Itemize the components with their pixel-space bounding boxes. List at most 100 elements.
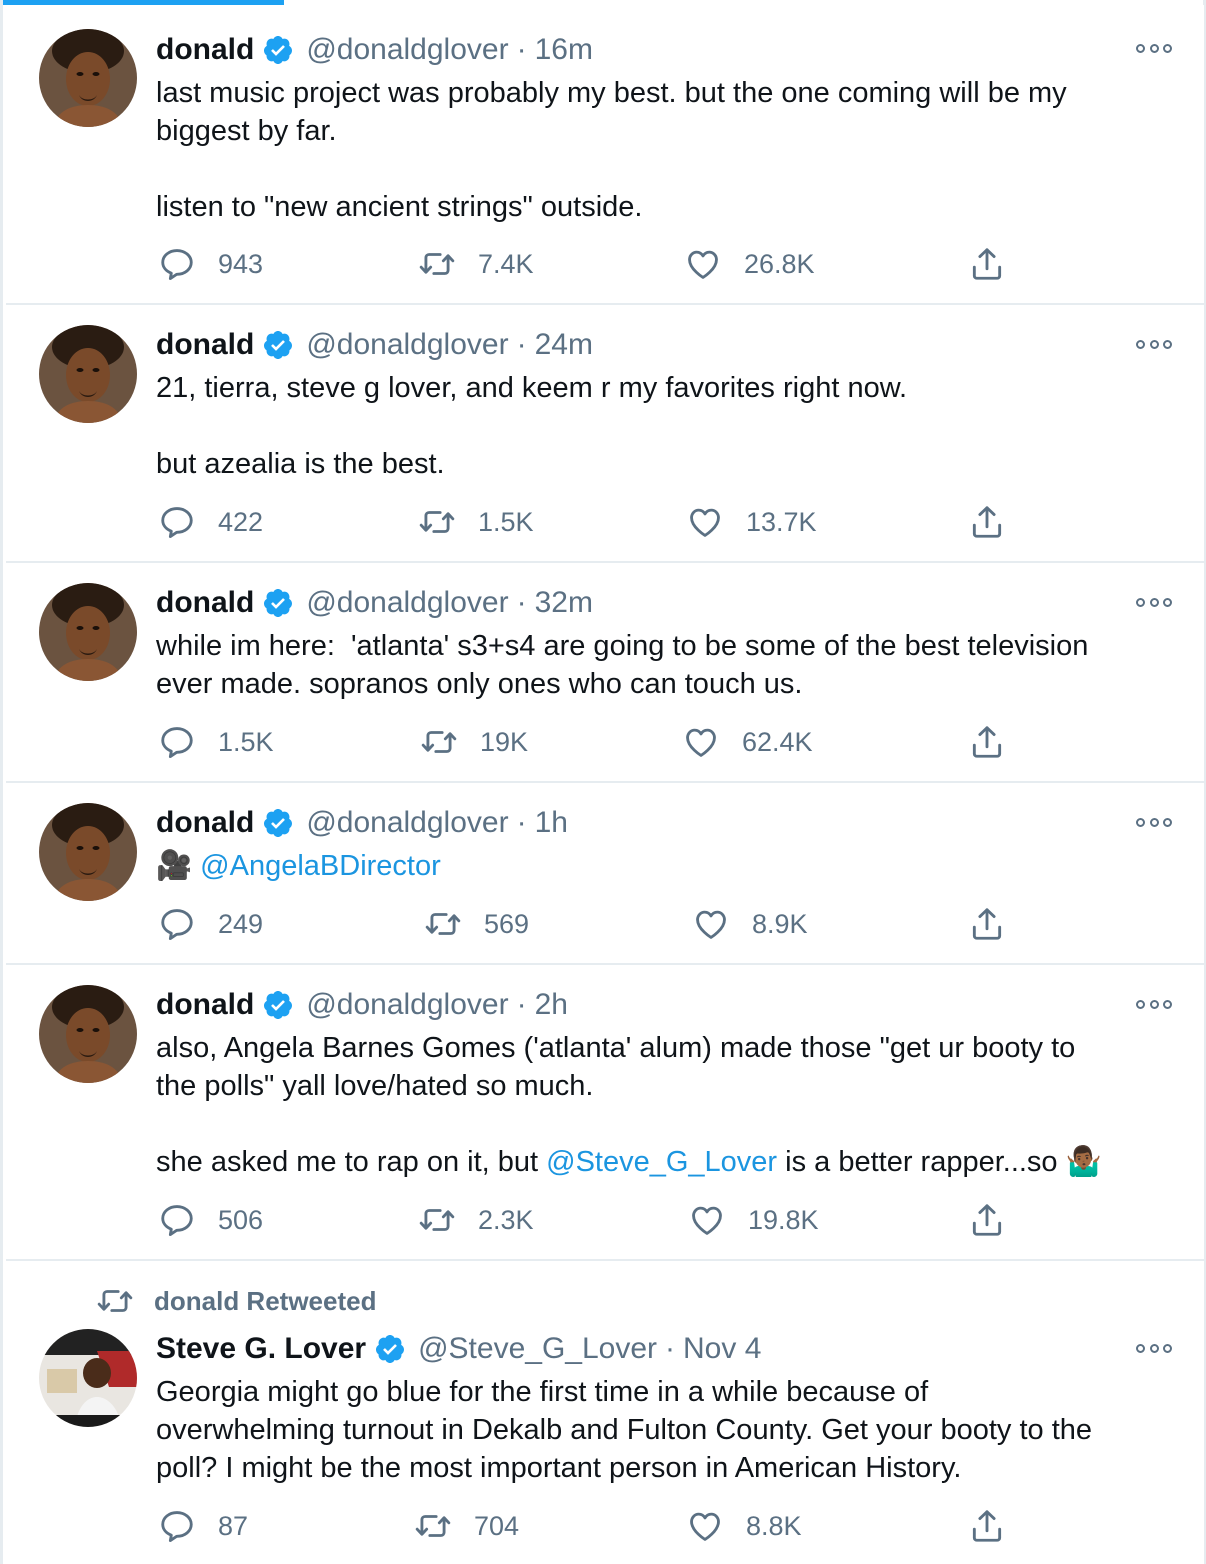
author-handle[interactable]: @Steve_G_Lover	[418, 1332, 657, 1366]
timestamp[interactable]: 2h	[535, 988, 568, 1022]
action-bar: 506 2.3K 19.8K	[156, 1200, 1056, 1240]
retweet-button[interactable]: 569	[424, 904, 529, 944]
retweet-button[interactable]: 1.5K	[418, 502, 534, 542]
reply-icon	[158, 723, 196, 761]
reply-button[interactable]: 87	[158, 1506, 248, 1546]
share-button[interactable]	[968, 1200, 1028, 1240]
timestamp[interactable]: 24m	[535, 328, 593, 362]
like-button[interactable]: 62.4K	[682, 722, 813, 762]
separator-dot: ·	[516, 328, 527, 361]
reply-button[interactable]: 249	[158, 904, 263, 944]
retweet-count: 2.3K	[478, 1204, 534, 1235]
reply-button[interactable]: 1.5K	[158, 722, 274, 762]
mention-link[interactable]: @Steve_G_Lover	[546, 1146, 777, 1178]
like-count: 19.8K	[748, 1204, 819, 1235]
author-handle[interactable]: @donaldglover	[306, 988, 508, 1022]
tweet-text-line: ever made. sopranos only ones who can to…	[156, 668, 803, 700]
more-options-icon[interactable]	[1136, 815, 1172, 829]
reply-button[interactable]: 422	[158, 502, 263, 542]
avatar[interactable]	[39, 1329, 137, 1427]
author-handle[interactable]: @donaldglover	[306, 586, 508, 620]
verified-badge-icon	[374, 1333, 406, 1365]
retweet-button[interactable]: 19K	[420, 722, 528, 762]
tweet-text-line: also, Angela Barnes Gomes ('atlanta' alu…	[156, 1032, 1076, 1064]
more-options-icon[interactable]	[1136, 1341, 1172, 1355]
tweet-3[interactable]: donald @donaldglover · 32m while im here…	[6, 563, 1204, 783]
tweet-text: while im here: 'atlanta' s3+s4 are going…	[156, 627, 1176, 703]
timestamp[interactable]: 1h	[535, 806, 568, 840]
like-button[interactable]: 8.8K	[686, 1506, 802, 1546]
mention-link[interactable]: @AngelaBDirector	[200, 850, 441, 882]
author-name[interactable]: donald	[156, 988, 254, 1022]
retweet-button[interactable]: 7.4K	[418, 244, 534, 284]
retweet-icon	[96, 1282, 134, 1320]
verified-badge-icon	[262, 587, 294, 619]
like-count: 8.8K	[746, 1510, 802, 1541]
tweet-text-line: Georgia might go blue for the first time…	[156, 1376, 929, 1408]
retweet-count: 7.4K	[478, 248, 534, 279]
more-options-icon[interactable]	[1136, 997, 1172, 1011]
retweet-count: 704	[474, 1510, 520, 1541]
share-icon	[968, 1507, 1006, 1545]
action-bar: 422 1.5K 13.7K	[156, 502, 1056, 542]
avatar[interactable]	[39, 583, 137, 681]
retweeted-by-label[interactable]: donald Retweeted	[154, 1286, 376, 1317]
timestamp[interactable]: 32m	[535, 586, 593, 620]
like-icon	[684, 245, 722, 283]
author-name[interactable]: donald	[156, 328, 254, 362]
retweet-button[interactable]: 2.3K	[418, 1200, 534, 1240]
action-bar: 87 704 8.8K	[156, 1506, 1056, 1546]
action-bar: 249 569 8.9K	[156, 904, 1056, 944]
author-name[interactable]: donald	[156, 806, 254, 840]
tweet-text-line: biggest by far.	[156, 115, 337, 147]
share-button[interactable]	[968, 502, 1028, 542]
author-handle[interactable]: @donaldglover	[306, 33, 508, 67]
like-button[interactable]: 19.8K	[688, 1200, 819, 1240]
share-icon	[968, 1201, 1006, 1239]
share-icon	[968, 723, 1006, 761]
shrug-emoji: 🤷🏾‍♂️	[1065, 1146, 1102, 1178]
author-name[interactable]: donald	[156, 586, 254, 620]
retweet-icon	[418, 503, 456, 541]
share-button[interactable]	[968, 904, 1028, 944]
author-handle[interactable]: @donaldglover	[306, 328, 508, 362]
tweet-4[interactable]: donald @donaldglover · 1h 🎥 @AngelaBDire…	[6, 783, 1204, 965]
separator-dot: ·	[516, 586, 527, 619]
tweet-text-line: the polls" yall love/hated so much.	[156, 1070, 594, 1102]
tweet-header: donald @donaldglover · 2h	[156, 985, 568, 1025]
share-button[interactable]	[968, 1506, 1028, 1546]
like-button[interactable]: 26.8K	[684, 244, 815, 284]
tweet-text-line: last music project was probably my best.…	[156, 77, 1067, 109]
reply-icon	[158, 245, 196, 283]
share-button[interactable]	[968, 722, 1028, 762]
more-options-icon[interactable]	[1136, 41, 1172, 55]
separator-dot: ·	[516, 988, 527, 1021]
retweet-context: donald Retweeted	[96, 1281, 376, 1321]
like-button[interactable]: 8.9K	[692, 904, 808, 944]
timestamp[interactable]: Nov 4	[683, 1332, 761, 1366]
author-handle[interactable]: @donaldglover	[306, 806, 508, 840]
more-options-icon[interactable]	[1136, 595, 1172, 609]
avatar[interactable]	[39, 985, 137, 1083]
avatar[interactable]	[39, 29, 137, 127]
tweet-2[interactable]: donald @donaldglover · 24m 21, tierra, s…	[6, 305, 1204, 563]
tweet-text-segment: is a better rapper...so	[777, 1146, 1066, 1178]
author-name[interactable]: donald	[156, 33, 254, 67]
more-options-icon[interactable]	[1136, 337, 1172, 351]
like-button[interactable]: 13.7K	[686, 502, 817, 542]
avatar[interactable]	[39, 803, 137, 901]
author-name[interactable]: Steve G. Lover	[156, 1332, 366, 1366]
like-icon	[692, 905, 730, 943]
reply-button[interactable]: 506	[158, 1200, 263, 1240]
reply-button[interactable]: 943	[158, 244, 263, 284]
share-button[interactable]	[968, 244, 1028, 284]
avatar[interactable]	[39, 325, 137, 423]
tweet-1[interactable]: donald @donaldglover · 16m last music pr…	[6, 5, 1204, 305]
retweet-button[interactable]: 704	[414, 1506, 519, 1546]
timestamp[interactable]: 16m	[535, 33, 593, 67]
like-icon	[686, 503, 724, 541]
tweet-5[interactable]: donald @donaldglover · 2h also, Angela B…	[6, 965, 1204, 1261]
retweet-icon	[420, 723, 458, 761]
tweet-6-retweet[interactable]: donald Retweeted Steve G. Lover @Steve_G…	[6, 1261, 1204, 1564]
like-count: 8.9K	[752, 908, 808, 939]
